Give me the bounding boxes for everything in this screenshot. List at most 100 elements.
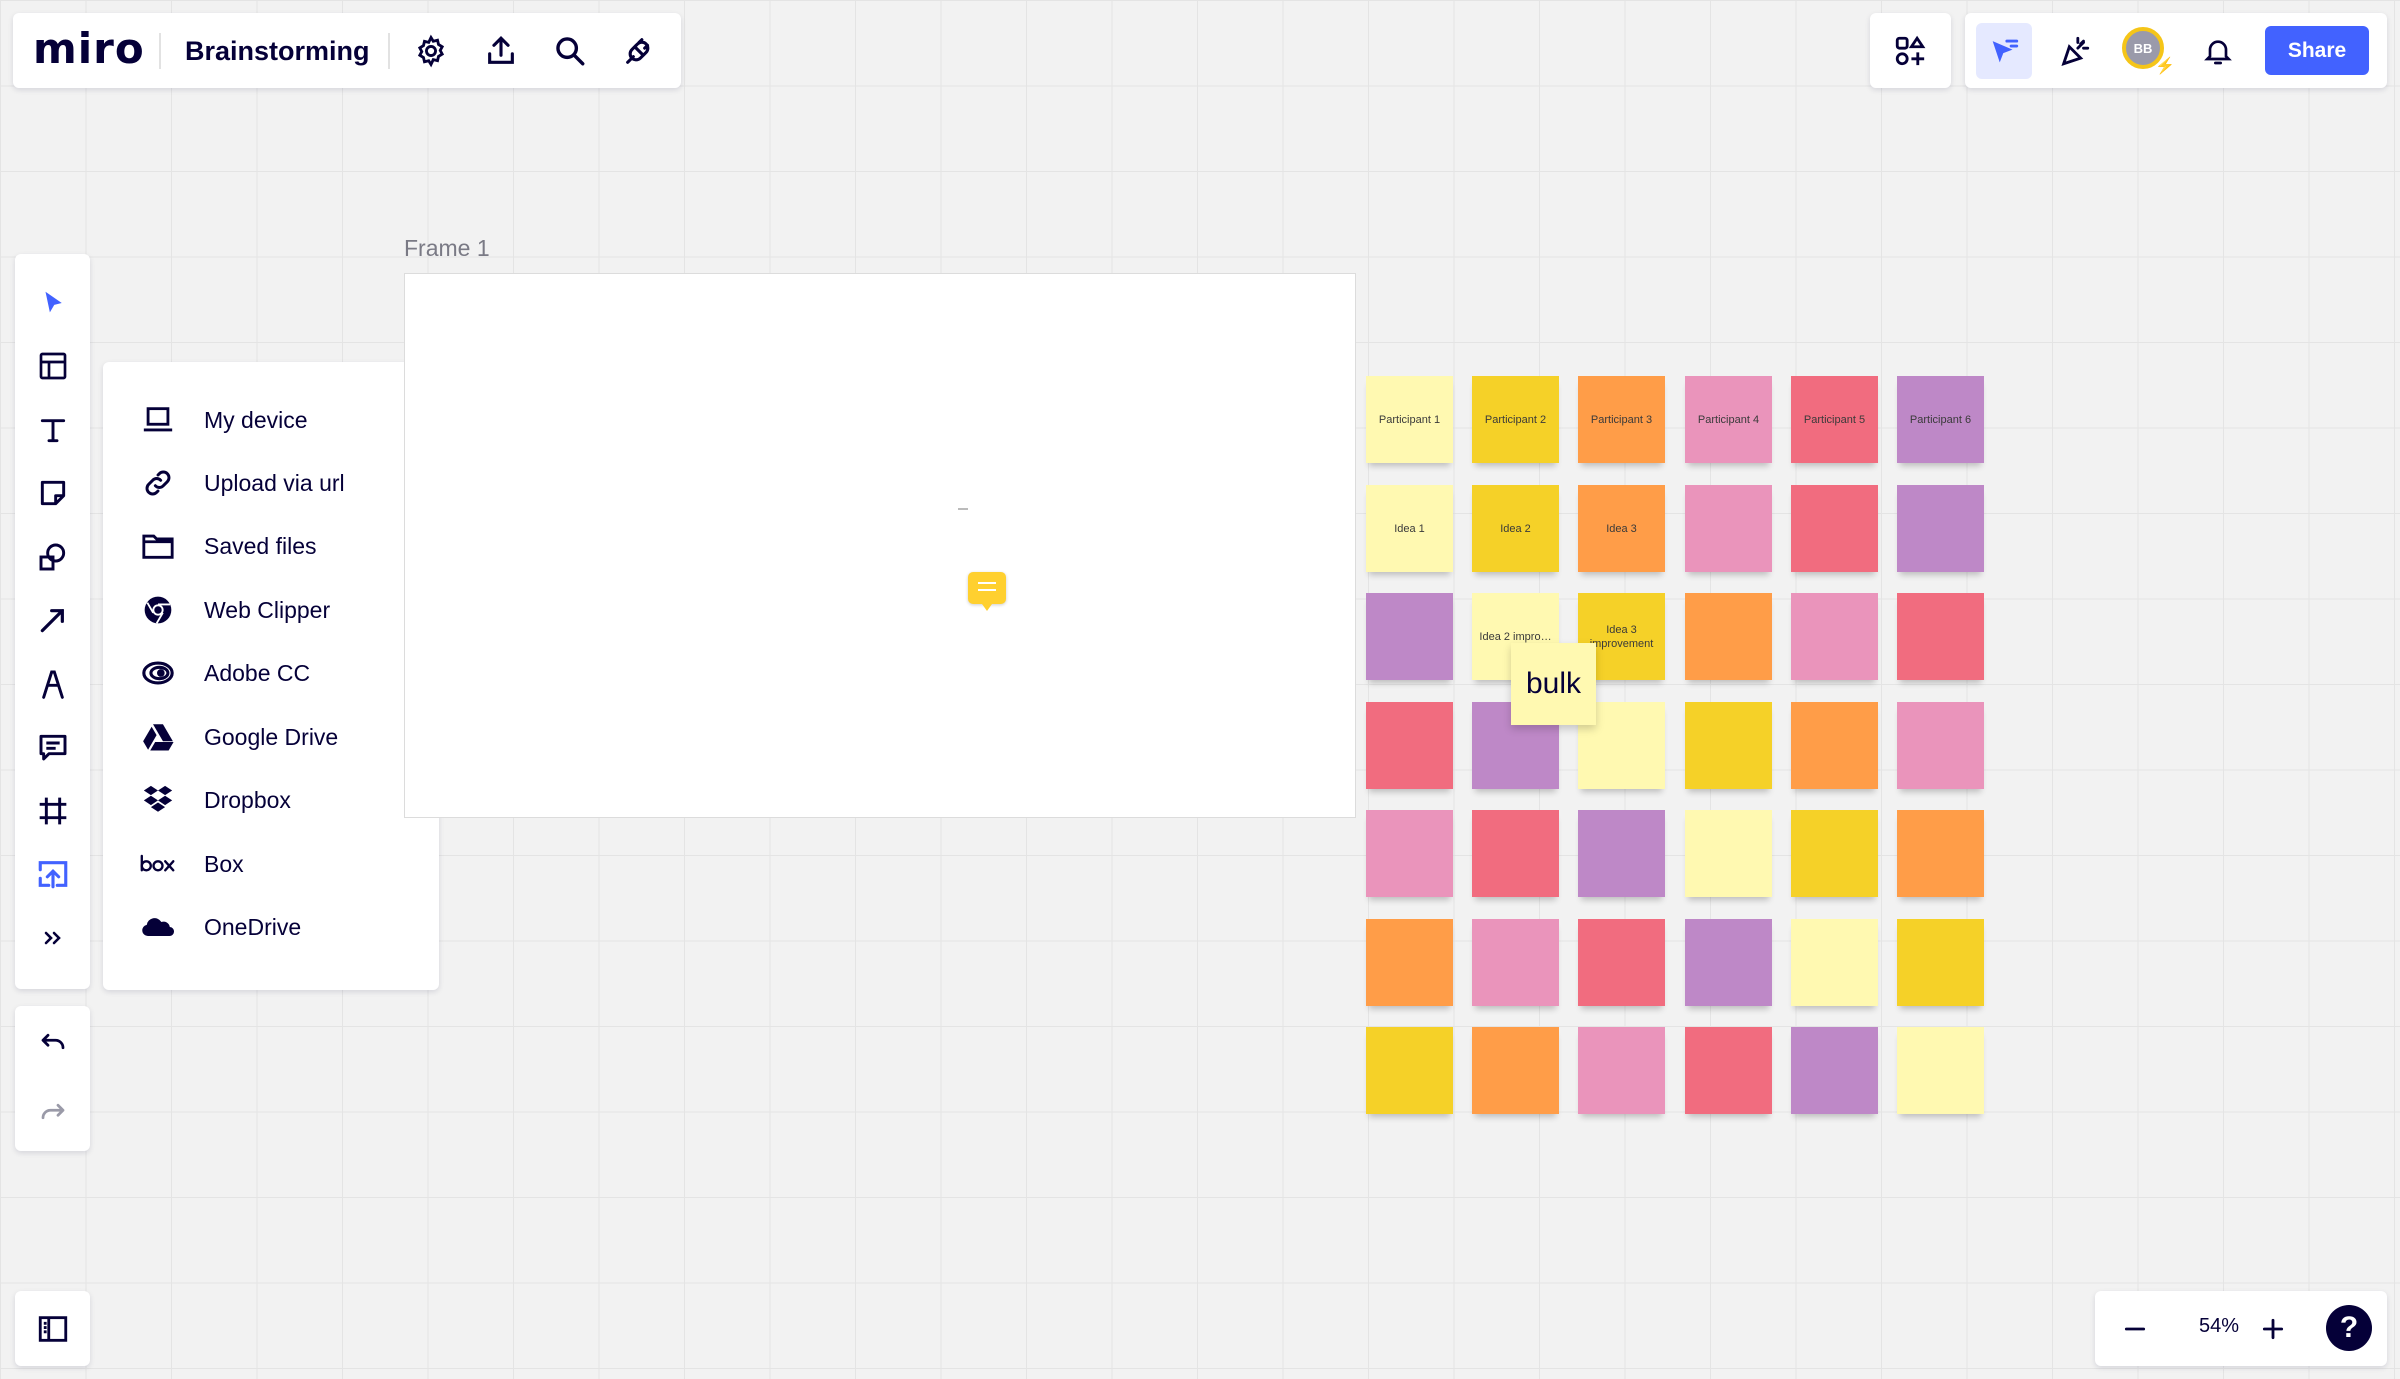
- sticky-note[interactable]: Idea 3: [1578, 485, 1665, 572]
- upload-google-drive[interactable]: Google Drive: [103, 706, 439, 768]
- arrow-icon[interactable]: [25, 592, 81, 648]
- sticky-note[interactable]: [1472, 919, 1559, 1006]
- pen-icon[interactable]: [25, 656, 81, 712]
- sticky-note[interactable]: [1578, 810, 1665, 897]
- more-icon[interactable]: [25, 910, 81, 966]
- sticky-note-bulk[interactable]: bulk: [1511, 643, 1596, 725]
- plugin-icon[interactable]: [611, 23, 667, 79]
- miro-logo[interactable]: miro: [33, 25, 145, 73]
- sticky-note[interactable]: [1791, 1027, 1878, 1114]
- sticky-note[interactable]: Participant 1: [1366, 376, 1453, 463]
- sticky-note[interactable]: [1685, 1027, 1772, 1114]
- dropbox-icon: [140, 782, 176, 818]
- sticky-note[interactable]: [1366, 702, 1453, 789]
- sticky-note-icon[interactable]: [25, 465, 81, 521]
- templates-icon[interactable]: [25, 338, 81, 394]
- sticky-note[interactable]: [1578, 1027, 1665, 1114]
- main-toolbar: [15, 254, 90, 989]
- sticky-note[interactable]: Participant 3: [1578, 376, 1665, 463]
- frame-title[interactable]: Frame 1: [404, 235, 490, 262]
- comment-icon[interactable]: [25, 719, 81, 775]
- sticky-note[interactable]: [1685, 485, 1772, 572]
- settings-icon[interactable]: [403, 23, 459, 79]
- sidebar-toggle-panel: [15, 1291, 90, 1366]
- sticky-note[interactable]: Participant 2: [1472, 376, 1559, 463]
- sticky-note[interactable]: [1685, 919, 1772, 1006]
- comment-marker-icon[interactable]: [968, 572, 1006, 611]
- sticky-note[interactable]: [1897, 485, 1984, 572]
- sticky-note[interactable]: [1897, 1027, 1984, 1114]
- folder-icon: [140, 528, 176, 564]
- menu-item-label: OneDrive: [204, 913, 302, 940]
- sticky-note[interactable]: [1897, 810, 1984, 897]
- menu-item-label: Saved files: [204, 532, 317, 559]
- sticky-note[interactable]: [1791, 702, 1878, 789]
- sticky-note[interactable]: [1791, 593, 1878, 680]
- sticky-note[interactable]: Idea 1: [1366, 485, 1453, 572]
- select-icon[interactable]: [25, 275, 81, 331]
- upload-icon[interactable]: [25, 846, 81, 902]
- export-icon[interactable]: [473, 23, 529, 79]
- help-button[interactable]: ?: [2326, 1305, 2372, 1351]
- link-icon: [140, 465, 176, 501]
- sticky-note[interactable]: [1685, 702, 1772, 789]
- menu-item-label: Dropbox: [204, 786, 291, 813]
- sticky-note[interactable]: [1472, 1027, 1559, 1114]
- menu-item-label: Upload via url: [204, 469, 345, 496]
- upload-box[interactable]: Box: [103, 833, 439, 895]
- upload-web-clipper[interactable]: Web Clipper: [103, 579, 439, 641]
- bolt-icon: ⚡: [2155, 58, 2175, 75]
- upload-onedrive[interactable]: OneDrive: [103, 896, 439, 958]
- frame[interactable]: [404, 273, 1356, 818]
- sticky-note[interactable]: [1791, 810, 1878, 897]
- sticky-note[interactable]: Participant 5: [1791, 376, 1878, 463]
- sticky-note[interactable]: Participant 6: [1897, 376, 1984, 463]
- upload-my-device[interactable]: My device: [103, 389, 439, 451]
- upload-dropbox[interactable]: Dropbox: [103, 769, 439, 831]
- shapes-icon[interactable]: [25, 529, 81, 585]
- upload-adobe-cc[interactable]: Adobe CC: [103, 642, 439, 704]
- share-button[interactable]: Share: [2265, 26, 2369, 75]
- menu-item-label: Adobe CC: [204, 659, 311, 686]
- board-title[interactable]: Brainstorming: [185, 35, 370, 67]
- sticky-note[interactable]: [1472, 810, 1559, 897]
- plus-icon[interactable]: [2245, 1301, 2301, 1357]
- celebrate-icon[interactable]: [2047, 23, 2103, 79]
- sticky-note[interactable]: [1366, 919, 1453, 1006]
- sticky-note[interactable]: [1685, 593, 1772, 680]
- sticky-note[interactable]: [1366, 1027, 1453, 1114]
- frame-icon[interactable]: [25, 783, 81, 839]
- apps-panel: [1870, 13, 1951, 88]
- sticky-note[interactable]: [1578, 919, 1665, 1006]
- sticky-note[interactable]: Participant 4: [1685, 376, 1772, 463]
- text-icon[interactable]: [25, 402, 81, 458]
- google-drive-icon: [140, 719, 176, 755]
- collaboration-panel: BB ⚡ Share: [1965, 13, 2387, 88]
- upload-via-url[interactable]: Upload via url: [103, 452, 439, 514]
- upload-saved-files[interactable]: Saved files: [103, 515, 439, 577]
- divider: [159, 33, 161, 69]
- undo-icon[interactable]: [25, 1016, 81, 1072]
- upload-menu: My device Upload via url Saved files Web…: [103, 362, 439, 990]
- sidebar-toggle-icon[interactable]: [25, 1301, 81, 1357]
- sticky-note[interactable]: [1791, 485, 1878, 572]
- sticky-note[interactable]: Idea 2: [1472, 485, 1559, 572]
- search-icon[interactable]: [542, 23, 598, 79]
- redo-icon[interactable]: [25, 1086, 81, 1142]
- sticky-note[interactable]: [1685, 810, 1772, 897]
- cursor-follow-icon[interactable]: [1976, 23, 2032, 79]
- sticky-note[interactable]: [1897, 593, 1984, 680]
- chrome-icon: [140, 592, 176, 628]
- frame-cursor-mark: [958, 508, 968, 510]
- menu-item-label: My device: [204, 406, 308, 433]
- zoom-level[interactable]: 54%: [2189, 1315, 2249, 1338]
- sticky-note[interactable]: [1366, 810, 1453, 897]
- sticky-note[interactable]: [1791, 919, 1878, 1006]
- sticky-note[interactable]: [1366, 593, 1453, 680]
- sticky-note[interactable]: [1897, 702, 1984, 789]
- apps-icon[interactable]: [1882, 23, 1938, 79]
- onedrive-icon: [140, 909, 176, 945]
- sticky-note[interactable]: [1897, 919, 1984, 1006]
- minus-icon[interactable]: [2107, 1301, 2163, 1357]
- bell-icon[interactable]: [2190, 23, 2246, 79]
